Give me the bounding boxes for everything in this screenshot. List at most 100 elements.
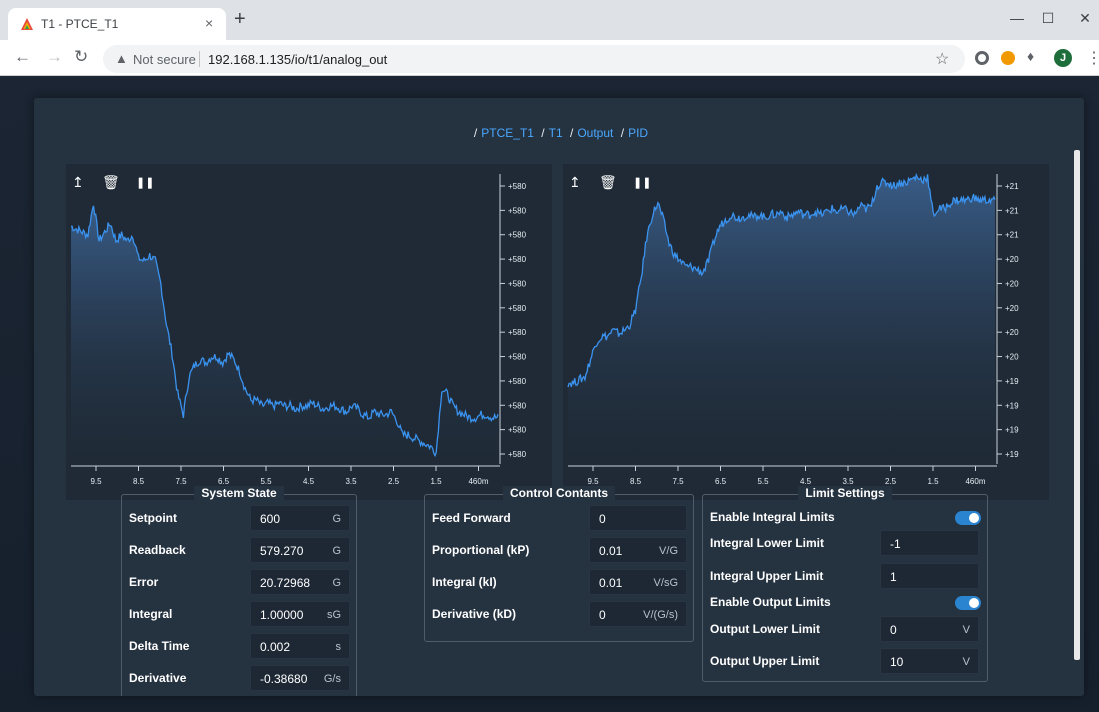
y-tick-label: +20 [1005, 304, 1019, 313]
address-divider [199, 51, 200, 67]
y-tick-label: +20 [1005, 255, 1019, 264]
url-text[interactable]: 192.168.1.135/io/t1/analog_out [208, 52, 387, 67]
x-tick-label: 6.5 [218, 477, 230, 486]
browser-toolbar: ← → ↻ ▲ Not secure 192.168.1.135/io/t1/a… [0, 40, 1099, 76]
browser-tab[interactable]: T1 - PTCE_T1 × [8, 8, 226, 40]
output-upper-limit-input[interactable]: 10 V [880, 648, 979, 674]
system-state-row-value: -0.38680 [260, 672, 308, 686]
x-tick-label: 1.5 [430, 477, 442, 486]
system-state-row-value: 20.72968 [260, 576, 311, 590]
integral-lower-limit-input[interactable]: -1 [880, 530, 979, 556]
control-row-unit: V/G [659, 545, 678, 557]
extension-cookie-icon[interactable] [1001, 51, 1015, 65]
warning-icon[interactable]: ▲ [115, 51, 128, 66]
crumb-pid[interactable]: PID [628, 126, 648, 140]
control-constants-group: Control Contants Feed Forward 0 Proportion… [424, 486, 694, 642]
system-state-row-unit: G [332, 577, 341, 589]
control-row-label: Derivative (kD) [432, 607, 517, 621]
control-row-value: 0.01 [599, 576, 623, 590]
enable-output-limits-toggle[interactable] [955, 596, 981, 610]
system-state-row-unit: G/s [323, 673, 341, 685]
tab-close-icon[interactable]: × [205, 15, 213, 31]
export-icon[interactable]: ↥ [569, 174, 581, 191]
output-lower-limit-label: Output Lower Limit [710, 622, 820, 636]
forward-icon[interactable]: → [46, 48, 63, 66]
pause-icon[interactable]: ❚❚ [136, 176, 154, 189]
y-tick-label: +21 [1005, 231, 1019, 240]
y-tick-label: +20 [1005, 279, 1019, 288]
enable-integral-limits-toggle[interactable] [955, 511, 981, 525]
x-tick-label: 3.5 [842, 477, 854, 486]
new-tab-button[interactable]: + [234, 9, 246, 29]
y-tick-label: +19 [1005, 377, 1019, 386]
breadcrumb: / PTCE_T1 /T1 /Output / PID [473, 126, 649, 140]
control-row-value-field[interactable]: 0.01 V/sG [589, 569, 687, 595]
address-bar[interactable]: ▲ Not secure 192.168.1.135/io/t1/analog_… [103, 45, 965, 73]
crumb-ptce[interactable]: PTCE_T1 [481, 126, 534, 140]
not-secure-label[interactable]: Not secure [133, 52, 196, 67]
window-close-icon[interactable]: ✕ [1062, 4, 1099, 32]
more-menu-icon[interactable]: ⋮ [1086, 48, 1099, 68]
control-row-unit: V/(G/s) [643, 609, 678, 621]
integral-lower-limit-value: -1 [890, 537, 901, 551]
system-state-row-value-field: 20.72968 G [250, 569, 350, 595]
system-state-row-unit: G [332, 545, 341, 557]
output-upper-limit-unit: V [962, 656, 970, 668]
x-tick-label: 7.5 [175, 477, 187, 486]
vertical-scrollbar[interactable] [1074, 150, 1080, 660]
control-row-label: Feed Forward [432, 511, 511, 525]
y-tick-label: +580 [508, 231, 527, 240]
control-row-value-field[interactable]: 0 V/(G/s) [589, 601, 687, 627]
system-state-title: System State [194, 486, 284, 500]
x-tick-label: 8.5 [630, 477, 642, 486]
reload-icon[interactable]: ↻ [74, 48, 88, 66]
app-page: / PTCE_T1 /T1 /Output / PID +580 +580 +580 +5… [0, 76, 1099, 712]
crumb-t1[interactable]: T1 [549, 126, 563, 140]
back-icon[interactable]: ← [14, 48, 31, 66]
trash-icon[interactable]: 🗑 [599, 174, 617, 191]
y-tick-label: +21 [1005, 182, 1019, 191]
integral-lower-limit-label: Integral Lower Limit [710, 536, 825, 550]
output-lower-limit-input[interactable]: 0 V [880, 616, 979, 642]
x-tick-label: 9.5 [587, 477, 599, 486]
control-row-value: 0 [599, 608, 606, 622]
control-row-value-field[interactable]: 0 [589, 505, 687, 531]
tab-title: T1 - PTCE_T1 [41, 17, 119, 31]
y-tick-label: +580 [508, 328, 527, 337]
system-state-row-value-field: -0.38680 G/s [250, 665, 350, 691]
x-tick-label: 4.5 [303, 477, 315, 486]
y-tick-label: +580 [508, 450, 527, 459]
extension-circle-icon[interactable] [975, 51, 989, 65]
browser-tabstrip: T1 - PTCE_T1 × + — ☐ ✕ [0, 0, 1099, 40]
profile-avatar[interactable]: J [1054, 49, 1072, 67]
integral-upper-limit-label: Integral Upper Limit [710, 569, 824, 583]
export-icon[interactable]: ↥ [72, 174, 84, 191]
x-tick-label: 5.5 [757, 477, 769, 486]
pause-icon[interactable]: ❚❚ [633, 176, 651, 189]
output-upper-limit-label: Output Upper Limit [710, 654, 820, 668]
x-tick-label: 9.5 [90, 477, 102, 486]
y-tick-label: +580 [508, 304, 527, 313]
x-tick-label: 4.5 [800, 477, 812, 486]
crumb-output[interactable]: Output [577, 126, 613, 140]
y-tick-label: +20 [1005, 328, 1019, 337]
y-tick-label: +580 [508, 401, 527, 410]
integral-upper-limit-input[interactable]: 1 [880, 563, 979, 589]
system-state-row-unit: G [332, 513, 341, 525]
y-tick-label: +19 [1005, 401, 1019, 410]
extensions-puzzle-icon[interactable]: ♦ [1027, 48, 1041, 64]
trash-icon[interactable]: 🗑 [102, 174, 120, 191]
system-state-row-label: Derivative [129, 671, 187, 685]
limit-settings-group: Limit Settings Enable Integral Limits In… [702, 486, 988, 682]
y-tick-label: +19 [1005, 426, 1019, 435]
bookmark-star-icon[interactable]: ☆ [935, 49, 949, 69]
control-row-value-field[interactable]: 0.01 V/G [589, 537, 687, 563]
output-chart-svg: +21 +21 +21 +20 +20 +20 +20 +20 +19 +19 +19 +19 9.5 8… [567, 172, 1019, 486]
y-tick-label: +580 [508, 255, 527, 264]
system-state-group: System State Setpoint 600 G Readback 579.270… [121, 486, 357, 696]
system-state-row-label: Setpoint [129, 511, 177, 525]
system-state-row-value-field: 579.270 G [250, 537, 350, 563]
x-tick-label: 6.5 [715, 477, 727, 486]
y-tick-label: +21 [1005, 206, 1019, 215]
y-tick-label: +19 [1005, 450, 1019, 459]
